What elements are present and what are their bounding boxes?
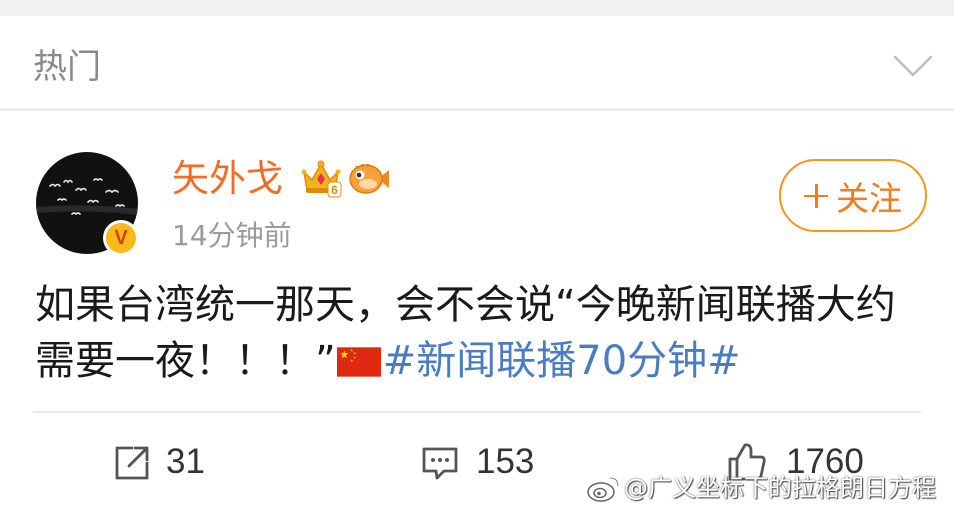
hashtag-link[interactable]: #新闻联播70分钟# — [383, 338, 741, 384]
comment-count[interactable]: 153 — [476, 442, 534, 482]
header-title: 热门 — [33, 47, 101, 87]
plus-icon — [804, 183, 828, 208]
post-time: 14分钟前 — [172, 219, 292, 252]
verified-badge: V — [103, 220, 139, 256]
crown-level-label: 6 — [331, 183, 338, 197]
follow-button[interactable]: 关注 — [779, 159, 927, 232]
weibo-logo-icon — [587, 476, 620, 502]
feed-header — [0, 16, 954, 108]
author-name[interactable]: 矢外戈 — [172, 157, 283, 201]
share-icon[interactable] — [112, 443, 152, 483]
post-text-line-1: 如果台湾统一那天，会不会说“今晚新闻联播大约 — [35, 282, 896, 328]
fish-icon[interactable] — [348, 160, 390, 198]
weibo-feed-screen: 热门 V 矢外戈 6 14分钟前 关注 如果台湾统一那天，会不会说“今晚新闻联播… — [0, 0, 954, 510]
crown-icon[interactable]: 6 — [300, 158, 342, 198]
china-flag-icon — [336, 336, 381, 377]
actions-divider — [33, 411, 921, 413]
post-text-line-2-text: 需要一夜！！！” — [35, 338, 336, 384]
comment-icon[interactable] — [420, 443, 460, 483]
post-text-line-2: 需要一夜！！！” #新闻联播70分钟# — [35, 333, 741, 389]
repost-count[interactable]: 31 — [166, 442, 205, 482]
verified-badge-label: V — [106, 223, 136, 253]
follow-button-label: 关注 — [836, 178, 902, 218]
header-divider — [0, 108, 954, 111]
chevron-down-icon[interactable] — [893, 54, 933, 78]
watermark-text: @广义坐标下的拉格朗日方程 — [624, 474, 936, 502]
top-strip — [0, 0, 954, 16]
